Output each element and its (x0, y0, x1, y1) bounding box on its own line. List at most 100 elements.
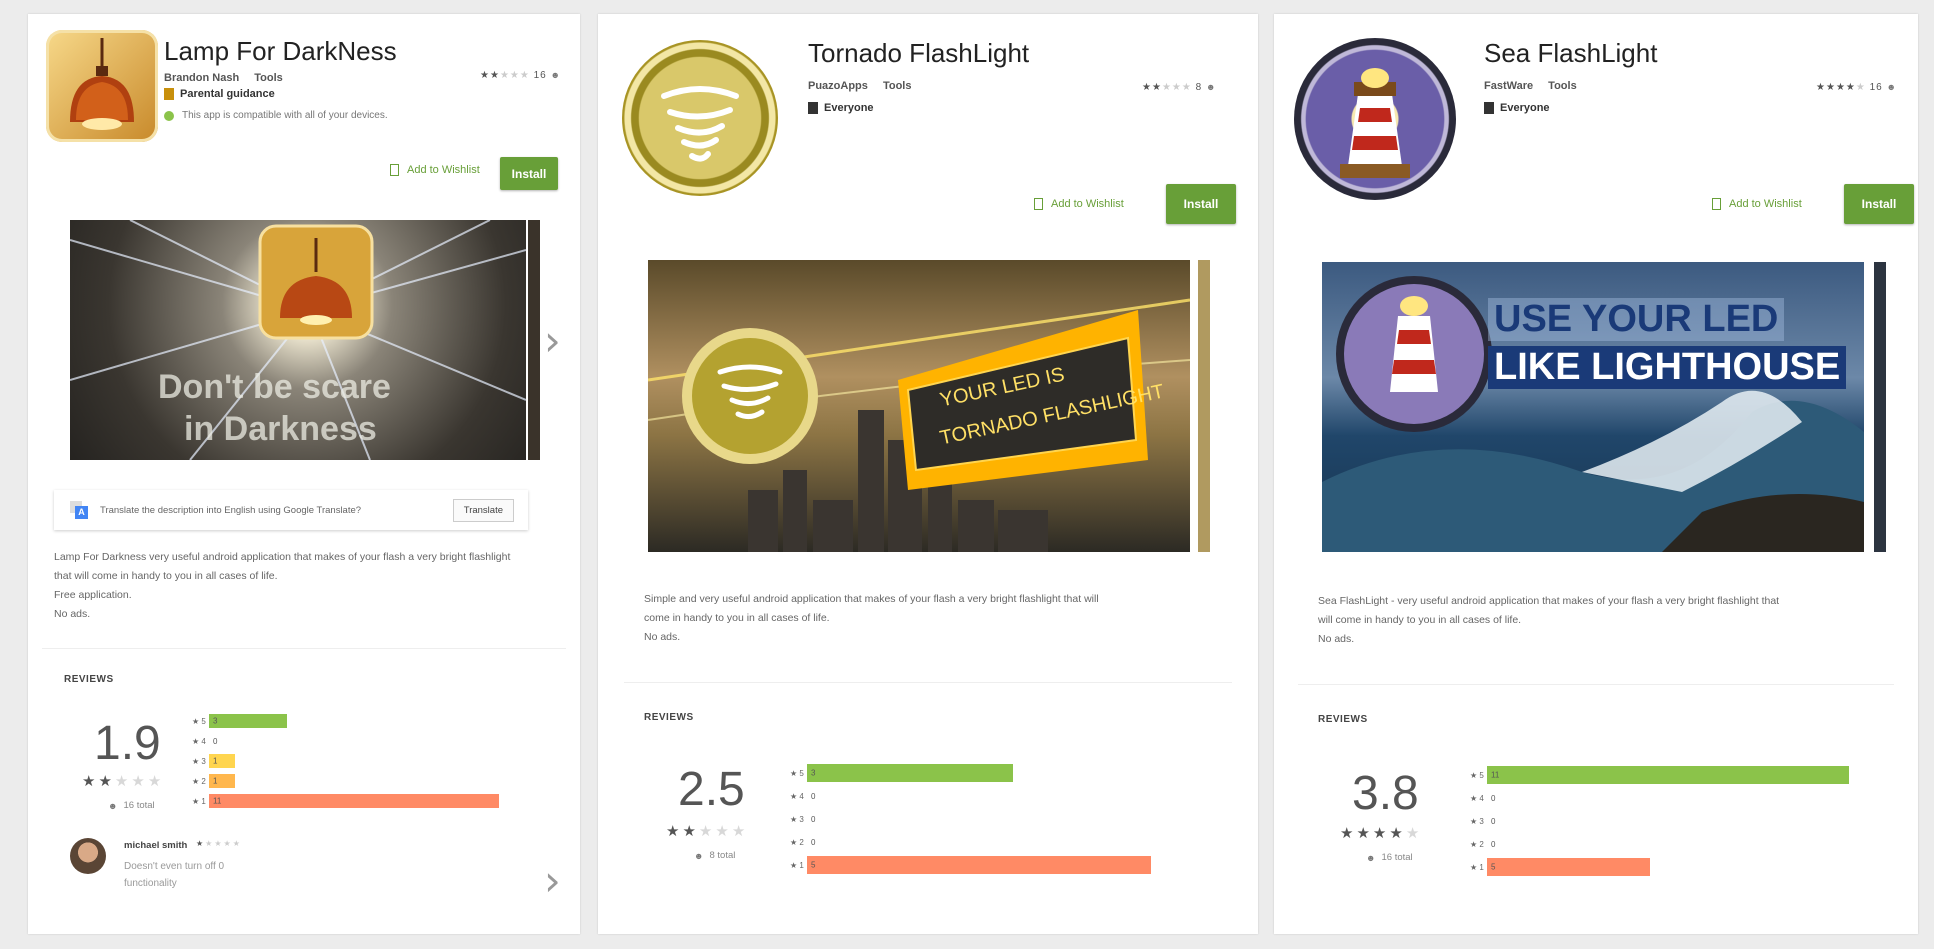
histogram-star-label: ★ 5 (1470, 770, 1484, 780)
screenshot-carousel-image[interactable]: YOUR LED IS TORNADO FLASHLIGHT (648, 260, 1190, 552)
histogram-row-1: ★ 1 5 (790, 856, 1151, 874)
histogram-count: 0 (811, 814, 816, 824)
divider (624, 682, 1232, 683)
header-rating: ★★★★★ 16 ☻ (1816, 82, 1898, 93)
divider (42, 648, 566, 649)
rating-total: ☻ 16 total (108, 800, 155, 811)
histogram-count: 5 (1491, 862, 1496, 872)
rating-histogram: ★ 5 11 ★ 4 0 ★ 3 0 ★ 2 0 ★ 1 5 (1470, 766, 1849, 881)
histogram-count: 0 (811, 791, 816, 801)
reviews-next-icon[interactable]: › (544, 856, 561, 905)
histogram-row-5: ★ 5 3 (192, 714, 499, 728)
histogram-count: 0 (1491, 793, 1496, 803)
histogram-bar: 1 (209, 774, 235, 788)
person-icon: ☻ (694, 850, 704, 861)
install-button[interactable]: Install (1166, 184, 1236, 224)
content-rating: Everyone (1484, 102, 1550, 114)
histogram-count: 1 (213, 776, 218, 786)
screenshot-carousel-image[interactable]: Don't be scare in Darkness (70, 220, 526, 460)
install-button[interactable]: Install (500, 157, 558, 190)
header-rating: ★★★★★ 16 ☻ (480, 70, 562, 81)
everyone-rating-icon (1484, 102, 1494, 114)
reviews-heading: REVIEWS (644, 712, 694, 723)
histogram-star-label: ★ 1 (790, 860, 804, 870)
next-screenshot-peek[interactable] (528, 220, 540, 460)
histogram-star-label: ★ 1 (1470, 862, 1484, 872)
app-icon[interactable] (1294, 38, 1456, 200)
app-icon[interactable] (622, 40, 778, 196)
average-stars: ★★★★★ (82, 773, 165, 790)
rating-histogram: ★ 5 3 ★ 4 0 ★ 3 1 ★ 2 1 ★ 1 11 (192, 714, 499, 814)
histogram-count: 0 (213, 736, 218, 746)
histogram-row-2: ★ 2 0 (1470, 835, 1849, 853)
category-link[interactable]: Tools (1548, 80, 1577, 92)
add-to-wishlist-button[interactable]: Add to Wishlist (1712, 198, 1802, 210)
person-icon: ☻ (1366, 852, 1376, 863)
developer-link[interactable]: PuazoApps (808, 80, 868, 92)
histogram-row-2: ★ 2 1 (192, 774, 499, 788)
rating-histogram: ★ 5 3 ★ 4 0 ★ 3 0 ★ 2 0 ★ 1 5 (790, 764, 1151, 879)
translate-button[interactable]: Translate (452, 499, 514, 522)
developer-link[interactable]: FastWare (1484, 80, 1533, 92)
histogram-bar: 1 (209, 754, 235, 768)
histogram-count: 1 (213, 756, 218, 766)
histogram-bar: 11 (209, 794, 499, 808)
histogram-row-2: ★ 2 0 (790, 833, 1151, 851)
histogram-star-label: ★ 3 (1470, 816, 1484, 826)
histogram-star-label: ★ 2 (790, 837, 804, 847)
review-text: Doesn't even turn off 0 functionality (124, 861, 225, 889)
category-link[interactable]: Tools (254, 72, 283, 84)
header-rating: ★★★★★ 8 ☻ (1142, 82, 1217, 93)
histogram-row-3: ★ 3 1 (192, 754, 499, 768)
histogram-count: 3 (811, 768, 816, 778)
developer-link[interactable]: Brandon Nash (164, 72, 239, 84)
screenshot-carousel-image[interactable]: USE YOUR LED LIKE LIGHTHOUSE (1322, 262, 1864, 552)
app-icon[interactable] (46, 30, 158, 142)
next-screenshot-peek[interactable] (1198, 260, 1210, 552)
reviews-heading: REVIEWS (1318, 714, 1368, 725)
star-rating-icons: ★★★★★ (1816, 82, 1866, 93)
histogram-bar: 5 (1487, 858, 1650, 876)
google-translate-icon: A (70, 501, 88, 519)
histogram-star-label: ★ 4 (192, 736, 206, 746)
parental-guidance-icon (164, 88, 174, 100)
description: Lamp For Darkness very useful android ap… (54, 551, 511, 620)
bookmark-icon (1712, 198, 1721, 210)
histogram-count: 0 (1491, 839, 1496, 849)
histogram-row-1: ★ 1 11 (192, 794, 499, 808)
histogram-bar: 11 (1487, 766, 1849, 784)
histogram-count: 3 (213, 716, 218, 726)
reviews-heading: REVIEWS (64, 674, 114, 685)
app-card-lamp: Lamp For DarkNess Brandon Nash Tools Par… (28, 14, 580, 934)
histogram-star-label: ★ 4 (1470, 793, 1484, 803)
average-rating: 1.9 (94, 717, 161, 770)
histogram-count: 11 (213, 796, 222, 806)
app-card-sea: Sea FlashLight FastWare Tools Everyone ★… (1274, 14, 1918, 934)
install-button[interactable]: Install (1844, 184, 1914, 224)
person-icon: ☻ (1205, 82, 1217, 92)
review-item: michael smith ★★★★★ Doesn't even turn of… (70, 838, 490, 898)
app-title: Lamp For DarkNess (164, 36, 397, 66)
add-to-wishlist-button[interactable]: Add to Wishlist (390, 164, 480, 176)
bookmark-icon (390, 164, 399, 176)
content-rating: Everyone (808, 102, 874, 114)
average-stars: ★★★★★ (1340, 825, 1423, 842)
histogram-row-3: ★ 3 0 (790, 810, 1151, 828)
rating-total: ☻ 16 total (1366, 852, 1413, 863)
translate-prompt: A Translate the description into English… (54, 490, 528, 530)
reviewer-name: michael smith (124, 840, 188, 851)
star-rating-icons: ★★★★★ (480, 70, 530, 81)
next-screenshot-peek[interactable] (1874, 262, 1886, 552)
histogram-row-1: ★ 1 5 (1470, 858, 1849, 876)
histogram-row-3: ★ 3 0 (1470, 812, 1849, 830)
category-link[interactable]: Tools (883, 80, 912, 92)
app-card-tornado: Tornado FlashLight PuazoApps Tools Every… (598, 14, 1258, 934)
histogram-row-4: ★ 4 0 (1470, 789, 1849, 807)
tornado-icon (661, 86, 739, 162)
screenshot-caption-line1: Don't be scare (158, 368, 391, 406)
add-to-wishlist-button[interactable]: Add to Wishlist (1034, 198, 1124, 210)
histogram-row-4: ★ 4 0 (790, 787, 1151, 805)
screenshot-caption-line2: LIKE LIGHTHOUSE (1488, 346, 1847, 389)
histogram-star-label: ★ 3 (192, 756, 206, 766)
carousel-next-icon[interactable]: › (544, 316, 561, 365)
